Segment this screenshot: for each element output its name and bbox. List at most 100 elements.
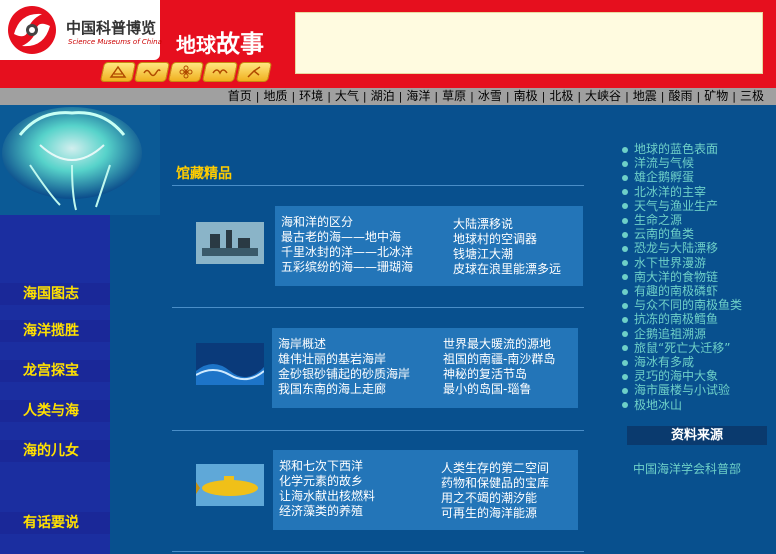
bullet-icon	[622, 189, 628, 196]
nav-link[interactable]: 地震	[629, 88, 661, 105]
article-link[interactable]: 雄伟壮丽的基岩海岸	[278, 352, 410, 367]
wave-icon[interactable]	[133, 62, 171, 82]
sidebar-item-haiyanglansheng[interactable]: 海洋揽胜	[0, 320, 110, 342]
bullet-icon	[622, 217, 628, 224]
article-link[interactable]: 让海水献出核燃料	[279, 489, 375, 504]
bullet-icon	[622, 331, 628, 338]
article-link[interactable]: 神秘的复活节岛	[443, 367, 555, 382]
panel-1-left-links: 海和洋的区分 最古老的海——地中海 千里冰封的洋——北冰洋 五彩缤纷的海——珊瑚…	[281, 215, 413, 275]
sidebar-item-haideernv[interactable]: 海的儿女	[0, 440, 110, 462]
sidebar-item-renleiyuhai[interactable]: 人类与海	[0, 400, 110, 422]
bullet-icon	[622, 245, 628, 252]
banner-area	[295, 12, 763, 74]
panel-2-left-links: 海岸概述 雄伟壮丽的基岩海岸 金砂银砂铺起的砂质海岸 我国东南的海上走廊	[278, 337, 410, 397]
nav-link[interactable]: 北极	[545, 88, 577, 105]
related-link-label: 极地冰山	[634, 397, 683, 412]
article-link[interactable]: 祖国的南疆-南沙群岛	[443, 352, 555, 367]
sidebar-item-haiguotuzhi[interactable]: 海国图志	[0, 283, 110, 305]
nav-link[interactable]: 南极	[510, 88, 542, 105]
divider	[172, 307, 584, 308]
article-link[interactable]: 经济藻类的养殖	[279, 504, 375, 519]
bullet-icon	[622, 373, 628, 380]
nav-link[interactable]: 环境	[295, 88, 327, 105]
source-heading: 资料来源	[627, 426, 767, 445]
logo[interactable]: 中国科普博览 Science Museums of China	[0, 0, 162, 60]
panel-3-left-links: 郑和七次下西洋 化学元素的故乡 让海水献出核燃料 经济藻类的养殖	[279, 459, 375, 519]
article-link[interactable]: 药物和保健品的宝库	[441, 476, 549, 491]
related-link[interactable]: 极地冰山	[622, 396, 682, 413]
article-link[interactable]: 皮球在浪里能漂多远	[453, 262, 561, 277]
bullet-icon	[622, 160, 628, 167]
nav-link[interactable]: 草原	[438, 88, 470, 105]
nav-link[interactable]: 大气	[331, 88, 363, 105]
section-title: 馆藏精品	[176, 166, 232, 182]
top-nav-bar: 首页 | 地质 | 环境 | 大气 | 湖泊 | 海洋 | 草原 | 冰雪 | 南极 | 北极 | 大峡谷 | 地震 | 酸雨 |…	[0, 88, 776, 105]
nav-link[interactable]: 三极	[736, 88, 768, 105]
article-link[interactable]: 化学元素的故乡	[279, 474, 375, 489]
nav-link[interactable]: 首页	[224, 88, 256, 105]
flower-icon[interactable]	[167, 62, 205, 82]
panel-3-right-links: 人类生存的第二空间 药物和保健品的宝库 用之不竭的潮汐能 可再生的海洋能源	[441, 461, 549, 521]
bullet-icon	[622, 316, 628, 323]
article-link[interactable]: 最小的岛国-瑙鲁	[443, 382, 555, 397]
site-title-part-a: 地球	[176, 33, 216, 57]
site-title-part-b: 故事	[216, 29, 264, 58]
article-link[interactable]: 我国东南的海上走廊	[278, 382, 410, 397]
divider	[172, 551, 584, 552]
nav-link[interactable]: 海洋	[402, 88, 434, 105]
article-link[interactable]: 地球村的空调器	[453, 232, 561, 247]
nav-link[interactable]: 冰雪	[474, 88, 506, 105]
logo-english-text: Science Museums of China	[68, 38, 162, 46]
article-link[interactable]: 用之不竭的潮汐能	[441, 491, 549, 506]
bullet-icon	[622, 288, 628, 295]
ship-model-thumbnail	[196, 222, 264, 264]
branch-icon[interactable]	[235, 62, 273, 82]
article-link[interactable]: 五彩缤纷的海——珊瑚海	[281, 260, 413, 275]
article-link[interactable]: 最古老的海——地中海	[281, 230, 413, 245]
bird-icon[interactable]	[201, 62, 239, 82]
jellyfish-illustration	[0, 105, 160, 215]
divider	[172, 430, 584, 431]
sidebar-item-longgongtanbao[interactable]: 龙宫探宝	[0, 360, 110, 382]
bullet-icon	[622, 146, 628, 153]
sidebar-item-youhuayaoshuo[interactable]: 有话要说	[0, 512, 110, 534]
source-link[interactable]: 中国海洋学会科普部	[633, 460, 741, 477]
logo-chinese-text: 中国科普博览	[66, 19, 157, 37]
bullet-icon	[622, 302, 628, 309]
bullet-icon	[622, 203, 628, 210]
article-link[interactable]: 海岸概述	[278, 337, 410, 352]
article-link[interactable]: 钱塘江大潮	[453, 247, 561, 262]
bullet-icon	[622, 231, 628, 238]
submarine-thumbnail	[196, 464, 264, 506]
article-link[interactable]: 人类生存的第二空间	[441, 461, 549, 476]
nav-link[interactable]: 酸雨	[665, 88, 697, 105]
divider	[172, 185, 584, 186]
bullet-icon	[622, 174, 628, 181]
logo-swirl-icon	[8, 6, 56, 54]
article-link[interactable]: 可再生的海洋能源	[441, 506, 549, 521]
bullet-icon	[622, 345, 628, 352]
nav-link[interactable]: 矿物	[700, 88, 732, 105]
bullet-icon	[622, 402, 628, 409]
category-icon-row	[99, 62, 273, 84]
nav-link[interactable]: 湖泊	[367, 88, 399, 105]
panel-2-right-links: 世界最大暖流的源地 祖国的南疆-南沙群岛 神秘的复活节岛 最小的岛国-瑙鲁	[443, 337, 555, 397]
weather-icon[interactable]	[99, 62, 137, 82]
article-link[interactable]: 大陆漂移说	[453, 217, 561, 232]
ocean-wave-thumbnail	[196, 343, 264, 385]
bullet-icon	[622, 387, 628, 394]
article-link[interactable]: 金砂银砂铺起的砂质海岸	[278, 367, 410, 382]
nav-link[interactable]: 大峡谷	[581, 88, 625, 105]
article-link[interactable]: 海和洋的区分	[281, 215, 413, 230]
article-link[interactable]: 郑和七次下西洋	[279, 459, 375, 474]
top-nav-list: 首页 | 地质 | 环境 | 大气 | 湖泊 | 海洋 | 草原 | 冰雪 | 南极 | 北极 | 大峡谷 | 地震 | 酸雨 |…	[224, 88, 768, 105]
bullet-icon	[622, 359, 628, 366]
panel-1-right-links: 大陆漂移说 地球村的空调器 钱塘江大潮 皮球在浪里能漂多远	[453, 217, 561, 277]
article-link[interactable]: 世界最大暖流的源地	[443, 337, 555, 352]
nav-link[interactable]: 地质	[259, 88, 291, 105]
site-header: 中国科普博览 Science Museums of China 地球故事	[0, 0, 776, 88]
bullet-icon	[622, 274, 628, 281]
bullet-icon	[622, 260, 628, 267]
site-title: 地球故事	[176, 24, 264, 59]
article-link[interactable]: 千里冰封的洋——北冰洋	[281, 245, 413, 260]
